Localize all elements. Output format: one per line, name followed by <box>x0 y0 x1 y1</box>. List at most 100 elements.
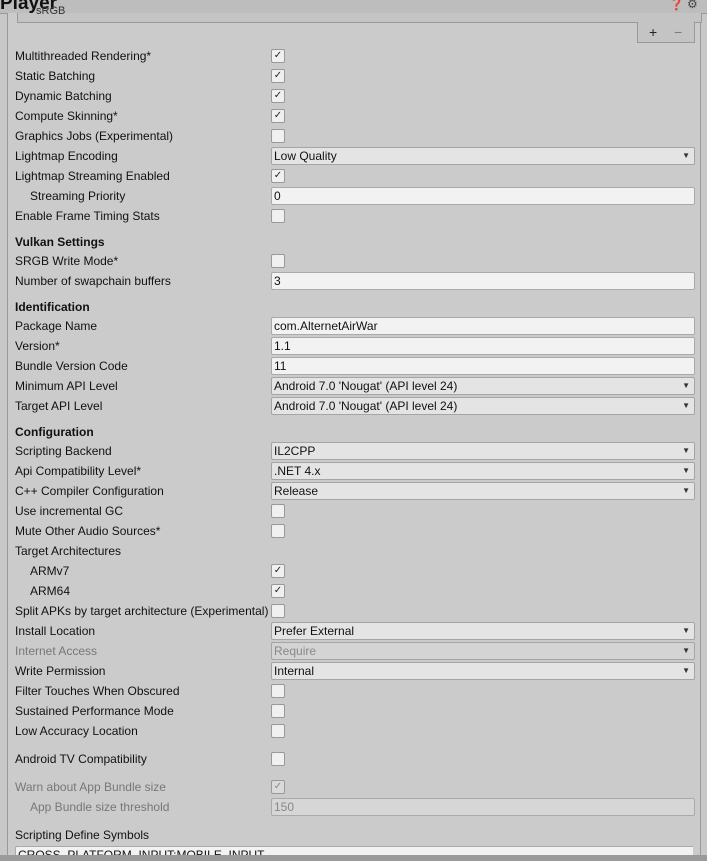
field-label: Filter Touches When Obscured <box>15 684 180 698</box>
srgb-write-mode-checkbox[interactable] <box>271 254 285 268</box>
row-internet-access: Internet Access Require ▼ <box>15 642 695 660</box>
section-header: Configuration <box>15 425 94 439</box>
lightmap-encoding-dropdown[interactable]: Low Quality ▼ <box>271 147 695 165</box>
row-bundle-version-code: Bundle Version Code 11 <box>15 357 695 375</box>
chevron-down-icon: ▼ <box>682 666 690 675</box>
row-api-compatibility-level: Api Compatibility Level* .NET 4.x ▼ <box>15 462 695 480</box>
dropdown-value: Prefer External <box>274 624 355 638</box>
package-name-input[interactable]: com.AlternetAirWar <box>271 317 695 335</box>
row-use-incremental-gc: Use incremental GC <box>15 502 693 520</box>
sustained-performance-mode-checkbox[interactable] <box>271 704 285 718</box>
scripting-define-symbols-input[interactable]: CROSS_PLATFORM_INPUT;MOBILE_INPUT <box>15 846 693 855</box>
field-label: Enable Frame Timing Stats <box>15 209 160 223</box>
dropdown-value: IL2CPP <box>274 444 316 458</box>
row-lightmap-streaming-enabled: Lightmap Streaming Enabled ✓ <box>15 167 693 185</box>
version-input[interactable]: 1.1 <box>271 337 695 355</box>
row-c-compiler-configuration: C++ Compiler Configuration Release ▼ <box>15 482 695 500</box>
field-label: Low Accuracy Location <box>15 724 138 738</box>
help-icon[interactable]: ❓ <box>669 0 684 11</box>
list-item[interactable]: sRGB <box>36 5 65 17</box>
color-gamut-list: sRGB <box>17 5 702 23</box>
field-label: Minimum API Level <box>15 379 118 393</box>
row-arm64: ARM64 ✓ <box>15 582 693 600</box>
row-write-permission: Write Permission Internal ▼ <box>15 662 695 680</box>
row-app-bundle-size-threshold: App Bundle size threshold 150 <box>15 798 695 816</box>
checkmark-icon: ✓ <box>273 585 283 596</box>
section-identification: Identification <box>15 298 693 316</box>
field-label: Lightmap Encoding <box>15 149 118 163</box>
row-lightmap-encoding: Lightmap Encoding Low Quality ▼ <box>15 147 695 165</box>
chevron-down-icon: ▼ <box>682 466 690 475</box>
row-streaming-priority: Streaming Priority 0 <box>15 187 695 205</box>
compute-skinning-checkbox[interactable]: ✓ <box>271 109 285 123</box>
write-permission-dropdown[interactable]: Internal ▼ <box>271 662 695 680</box>
field-label: Lightmap Streaming Enabled <box>15 169 170 183</box>
api-compatibility-level-dropdown[interactable]: .NET 4.x ▼ <box>271 462 695 480</box>
dynamic-batching-checkbox[interactable]: ✓ <box>271 89 285 103</box>
field-label: Streaming Priority <box>30 189 126 203</box>
dropdown-value: Internal <box>274 664 315 678</box>
scripting-define-symbols-row: CROSS_PLATFORM_INPUT;MOBILE_INPUT <box>15 845 693 855</box>
chevron-down-icon: ▼ <box>682 446 690 455</box>
use-incremental-gc-checkbox[interactable] <box>271 504 285 518</box>
field-label: Target Architectures <box>15 544 122 558</box>
field-label: Split APKs by target architecture (Exper… <box>15 604 269 618</box>
arm64-checkbox[interactable]: ✓ <box>271 584 285 598</box>
enable-frame-timing-stats-checkbox[interactable] <box>271 209 285 223</box>
field-label: Mute Other Audio Sources* <box>15 524 161 538</box>
field-label: Write Permission <box>15 664 106 678</box>
chevron-down-icon: ▼ <box>682 401 690 410</box>
field-label: Warn about App Bundle size <box>15 780 166 794</box>
row-filter-touches-when-obscured: Filter Touches When Obscured <box>15 682 693 700</box>
row-scripting-define-symbols: Scripting Define Symbols <box>15 826 693 844</box>
bundle-version-code-input[interactable]: 11 <box>271 357 695 375</box>
chevron-down-icon: ▼ <box>682 626 690 635</box>
multithreaded-rendering-checkbox[interactable]: ✓ <box>271 49 285 63</box>
row-low-accuracy-location: Low Accuracy Location <box>15 722 693 740</box>
lightmap-streaming-enabled-checkbox[interactable]: ✓ <box>271 169 285 183</box>
target-api-level-dropdown[interactable]: Android 7.0 'Nougat' (API level 24) ▼ <box>271 397 695 415</box>
checkmark-icon: ✓ <box>273 50 283 61</box>
row-scripting-backend: Scripting Backend IL2CPP ▼ <box>15 442 695 460</box>
mute-other-audio-sources-checkbox[interactable] <box>271 524 285 538</box>
install-location-dropdown[interactable]: Prefer External ▼ <box>271 622 695 640</box>
row-number-of-swapchain-buffers: Number of swapchain buffers 3 <box>15 272 695 290</box>
row-version: Version* 1.1 <box>15 337 695 355</box>
field-label: Internet Access <box>15 644 98 658</box>
section-header: Identification <box>15 300 90 314</box>
dropdown-value: Android 7.0 'Nougat' (API level 24) <box>274 379 458 393</box>
field-label: Sustained Performance Mode <box>15 704 174 718</box>
settings-icon[interactable]: ⚙ <box>687 0 698 11</box>
section-vulkan-settings: Vulkan Settings <box>15 233 693 251</box>
field-label: Number of swapchain buffers <box>15 274 171 288</box>
field-label: Android TV Compatibility <box>15 752 147 766</box>
section-configuration: Configuration <box>15 423 693 441</box>
field-label: Static Batching <box>15 69 96 83</box>
field-label: App Bundle size threshold <box>30 800 170 814</box>
number-of-swapchain-buffers-input[interactable]: 3 <box>271 272 695 290</box>
section-header: Vulkan Settings <box>15 235 105 249</box>
field-label: Bundle Version Code <box>15 359 128 373</box>
split-apks-by-target-architecture-experimental-checkbox[interactable] <box>271 604 285 618</box>
android-tv-compatibility-checkbox[interactable] <box>271 752 285 766</box>
static-batching-checkbox[interactable]: ✓ <box>271 69 285 83</box>
warn-about-app-bundle-size-checkbox: ✓ <box>271 780 285 794</box>
dropdown-value: Release <box>274 484 319 498</box>
field-label: C++ Compiler Configuration <box>15 484 164 498</box>
streaming-priority-input[interactable]: 0 <box>271 187 695 205</box>
graphics-jobs-experimental-checkbox[interactable] <box>271 129 285 143</box>
add-button[interactable]: + <box>649 24 657 40</box>
row-armv7: ARMv7 ✓ <box>15 562 693 580</box>
armv7-checkbox[interactable]: ✓ <box>271 564 285 578</box>
filter-touches-when-obscured-checkbox[interactable] <box>271 684 285 698</box>
c-compiler-configuration-dropdown[interactable]: Release ▼ <box>271 482 695 500</box>
row-dynamic-batching: Dynamic Batching ✓ <box>15 87 693 105</box>
field-label: Use incremental GC <box>15 504 124 518</box>
remove-button[interactable]: − <box>674 24 682 40</box>
panel-bottom-bar <box>0 855 707 861</box>
low-accuracy-location-checkbox[interactable] <box>271 724 285 738</box>
checkmark-icon: ✓ <box>273 565 283 576</box>
minimum-api-level-dropdown[interactable]: Android 7.0 'Nougat' (API level 24) ▼ <box>271 377 695 395</box>
field-label: Api Compatibility Level* <box>15 464 142 478</box>
scripting-backend-dropdown[interactable]: IL2CPP ▼ <box>271 442 695 460</box>
